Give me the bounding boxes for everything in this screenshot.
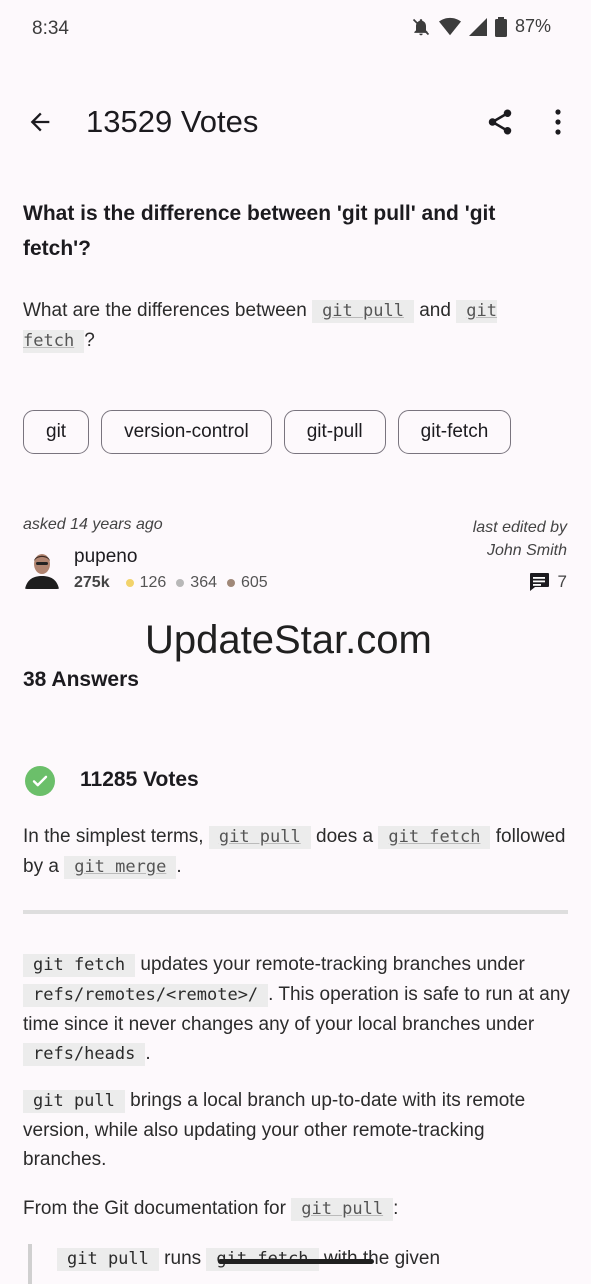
question-title: What is the difference between 'git pull… xyxy=(23,202,496,260)
inline-code[interactable]: git pull xyxy=(312,300,414,323)
arrow-back-icon xyxy=(30,112,50,132)
avatar[interactable] xyxy=(23,549,61,589)
question-body-text: What are the differences between xyxy=(23,300,307,321)
page-title: 13529 Votes xyxy=(86,104,259,139)
battery-percent: 87% xyxy=(514,16,551,36)
question-body-text: and xyxy=(419,300,451,321)
inline-code: git fetch xyxy=(23,954,136,977)
comment-count: 7 xyxy=(557,572,567,591)
bronze-badge-icon xyxy=(227,579,235,587)
comments-button[interactable]: 7 xyxy=(528,572,567,592)
gold-badge-count: 126 xyxy=(139,574,167,591)
inline-code[interactable]: git fetch xyxy=(378,826,491,849)
answer-summary: In the simplest terms, git pull does a g… xyxy=(23,822,568,882)
inline-code: refs/heads xyxy=(23,1043,146,1066)
username[interactable]: pupeno xyxy=(74,546,137,568)
more-options-button[interactable] xyxy=(540,102,576,142)
edited-info[interactable]: last edited by John Smith xyxy=(473,516,567,562)
reputation: 275k xyxy=(74,574,110,591)
answer-votes: 11285 Votes xyxy=(80,768,199,791)
question-body: What are the differences between git pul… xyxy=(23,296,563,356)
user-stats: 275k 126 364 605 xyxy=(74,574,268,592)
battery-icon xyxy=(494,16,507,37)
answer-text: From the Git documentation for xyxy=(23,1198,286,1219)
edited-by: John Smith xyxy=(486,542,567,559)
back-button[interactable] xyxy=(22,104,58,140)
status-bar: 8:34 87% xyxy=(0,0,591,58)
tag-chip[interactable]: git xyxy=(23,410,90,454)
status-icons: 87% xyxy=(411,16,551,37)
mute-bell-icon xyxy=(412,18,430,35)
answer-paragraph-3: From the Git documentation for git pull: xyxy=(23,1194,571,1224)
answers-count: 38 Answers xyxy=(23,668,139,691)
edited-label: last edited by xyxy=(472,519,567,536)
tag-list: git version-control git-pull git-fetch xyxy=(23,410,512,454)
watermark-text: UpdateStar.com xyxy=(145,618,432,662)
inline-code[interactable]: git merge xyxy=(64,856,177,879)
signal-icon xyxy=(468,17,487,36)
answer-text: . xyxy=(176,856,182,877)
answer-paragraph-1: git fetch updates your remote-tracking b… xyxy=(23,950,571,1069)
comment-icon xyxy=(529,573,549,591)
inline-code[interactable]: git pull xyxy=(291,1198,394,1221)
answer-text: In the simplest terms, xyxy=(23,826,204,847)
app-bar: 13529 Votes xyxy=(0,88,591,158)
blockquote-bar xyxy=(28,1244,32,1284)
answer-text: updates your remote-tracking branches un… xyxy=(140,954,525,975)
silver-badge-icon xyxy=(176,579,185,587)
tag-chip[interactable]: version-control xyxy=(101,410,272,454)
accepted-check-icon xyxy=(25,766,55,796)
gold-badge-icon xyxy=(125,579,134,587)
inline-code: git pull xyxy=(23,1090,125,1113)
asked-time: asked 14 years ago xyxy=(23,516,163,533)
user-avatar-image xyxy=(23,549,61,589)
silver-badge-count: 364 xyxy=(190,574,217,591)
question-body-text: ? xyxy=(84,330,95,351)
answer-text: runs xyxy=(164,1248,202,1269)
tag-chip[interactable]: git-pull xyxy=(283,410,386,454)
answer-text: does a xyxy=(316,826,374,847)
answer-text: : xyxy=(393,1198,399,1219)
inline-code: refs/remotes/<remote>/ xyxy=(23,984,269,1007)
divider xyxy=(23,910,568,914)
bronze-badge-count: 605 xyxy=(241,574,268,591)
share-icon xyxy=(488,109,512,135)
answer-text: . xyxy=(145,1043,151,1064)
answer-paragraph-2: git pull brings a local branch up-to-dat… xyxy=(23,1086,571,1174)
status-time: 8:34 xyxy=(32,18,69,39)
inline-code[interactable]: git pull xyxy=(208,826,311,849)
more-vert-icon xyxy=(555,109,561,135)
home-indicator[interactable] xyxy=(218,1259,374,1264)
inline-code: git pull xyxy=(57,1248,159,1271)
wifi-icon xyxy=(438,17,461,35)
share-button[interactable] xyxy=(480,102,520,142)
tag-chip[interactable]: git-fetch xyxy=(397,410,512,454)
